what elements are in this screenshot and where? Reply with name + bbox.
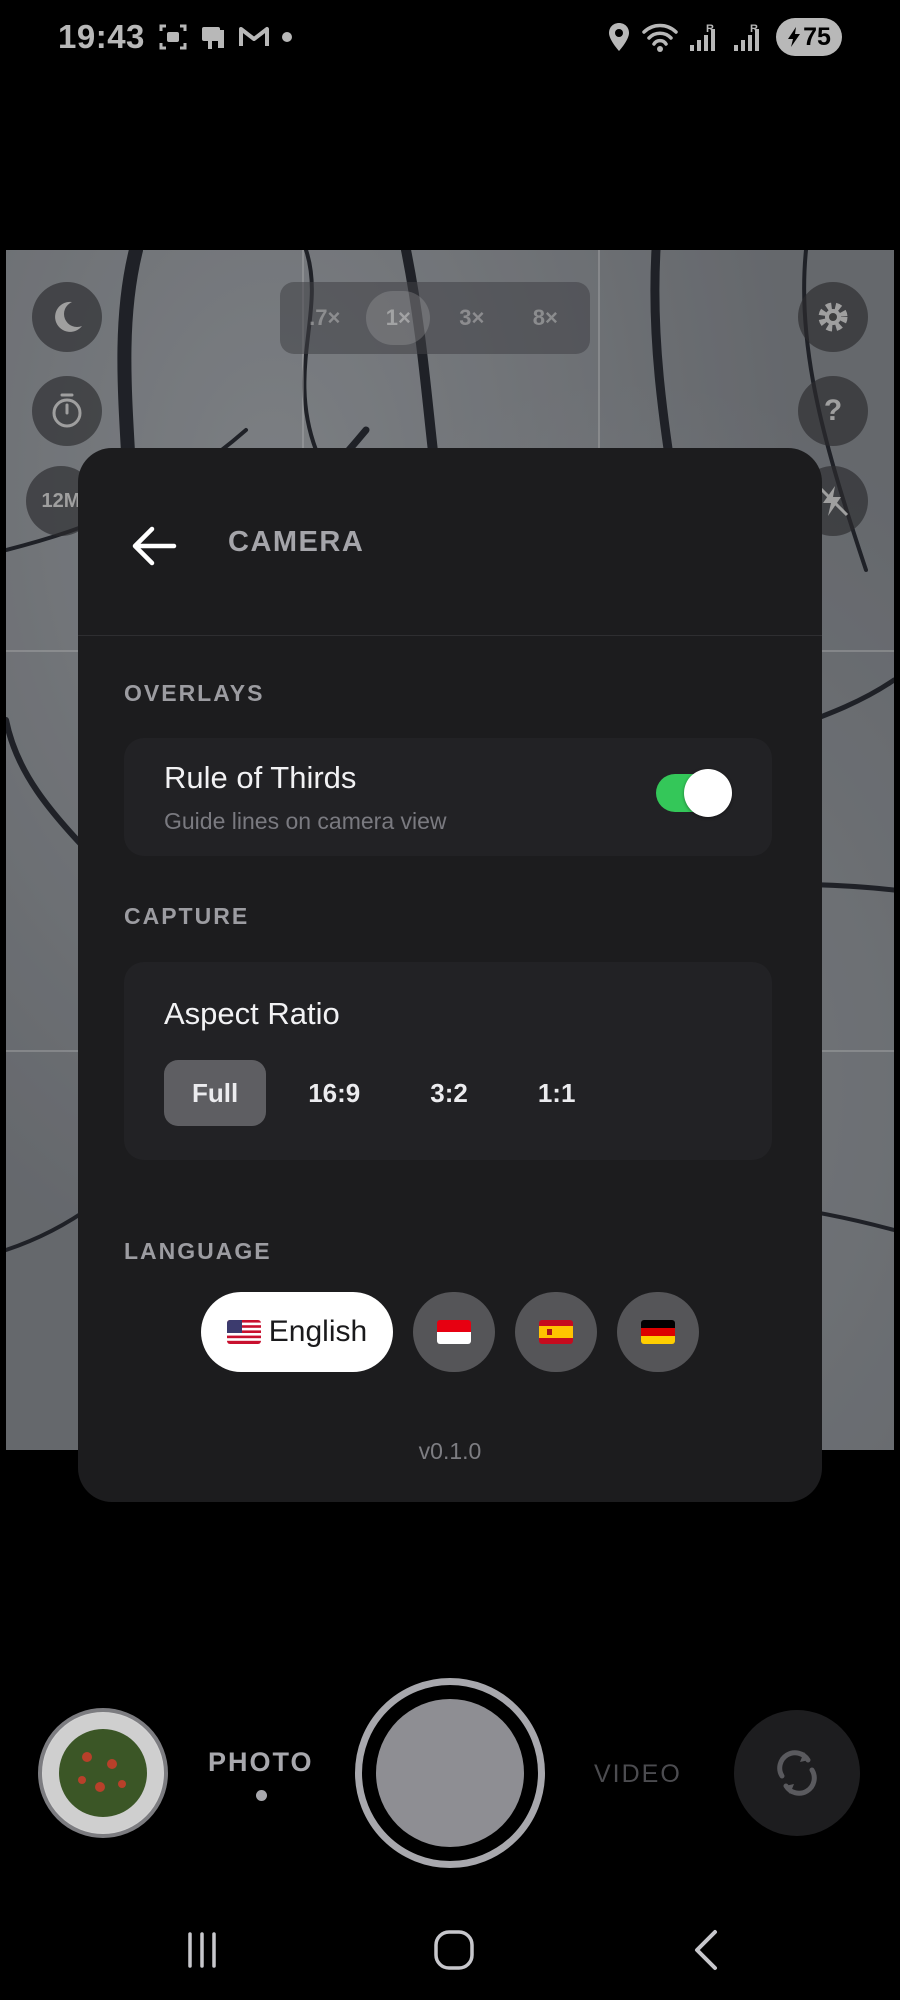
shutter-button[interactable]: [355, 1678, 545, 1868]
aspect-ratio-full[interactable]: Full: [164, 1060, 267, 1126]
back-arrow-icon: [132, 526, 177, 566]
mode-video[interactable]: VIDEO: [594, 1760, 682, 1789]
spain-flag-icon: [539, 1320, 574, 1344]
toggle-knob: [684, 769, 732, 817]
settings-panel: CAMERA OVERLAYS Rule of Thirds Guide lin…: [78, 448, 822, 1502]
switch-camera-icon: [777, 1750, 817, 1796]
rule-of-thirds-card[interactable]: Rule of Thirds Guide lines on camera vie…: [124, 738, 772, 856]
us-flag-icon: [226, 1320, 261, 1344]
shutter-inner: [376, 1699, 524, 1847]
aspect-ratio-3-2[interactable]: 3:2: [402, 1060, 496, 1126]
language-english[interactable]: English: [200, 1292, 394, 1372]
aspect-ratio-options: Full 16:9 3:2 1:1: [164, 1060, 603, 1126]
back-nav-icon: [695, 1930, 717, 1970]
aspect-ratio-title: Aspect Ratio: [164, 996, 340, 1031]
home-icon: [434, 1930, 474, 1970]
app-version: v0.1.0: [418, 1438, 482, 1464]
system-navigation-bar: [0, 1900, 900, 2000]
language-english-label: English: [268, 1315, 368, 1348]
back-nav-button[interactable]: [666, 1920, 746, 1980]
rule-of-thirds-title: Rule of Thirds: [164, 760, 357, 795]
last-photo-thumbnail[interactable]: [38, 1708, 168, 1838]
page-title: CAMERA: [228, 526, 365, 558]
germany-flag-icon: [641, 1320, 676, 1344]
capture-section-label: CAPTURE: [124, 903, 250, 929]
panel-header: CAMERA: [78, 448, 822, 636]
aspect-ratio-card: Aspect Ratio Full 16:9 3:2 1:1: [124, 962, 772, 1160]
back-button[interactable]: [126, 518, 182, 574]
language-options: English: [78, 1292, 822, 1372]
aspect-ratio-1-1[interactable]: 1:1: [510, 1060, 604, 1126]
rule-of-thirds-subtitle: Guide lines on camera view: [164, 808, 447, 834]
home-button[interactable]: [414, 1920, 494, 1980]
aspect-ratio-16-9[interactable]: 16:9: [280, 1060, 388, 1126]
indonesia-flag-icon: [437, 1320, 472, 1344]
language-german[interactable]: [617, 1292, 700, 1372]
language-indonesian[interactable]: [413, 1292, 496, 1372]
mode-photo[interactable]: PHOTO: [208, 1747, 314, 1778]
language-spanish[interactable]: [515, 1292, 598, 1372]
recent-apps-button[interactable]: [162, 1920, 242, 1980]
thumbnail-image: [43, 1713, 163, 1833]
recent-apps-icon: [188, 1932, 216, 1968]
language-section-label: LANGUAGE: [124, 1238, 272, 1264]
rule-of-thirds-toggle[interactable]: [656, 769, 732, 817]
overlays-section-label: OVERLAYS: [124, 680, 265, 706]
switch-camera-button[interactable]: [734, 1710, 860, 1836]
active-mode-indicator: [256, 1790, 267, 1801]
